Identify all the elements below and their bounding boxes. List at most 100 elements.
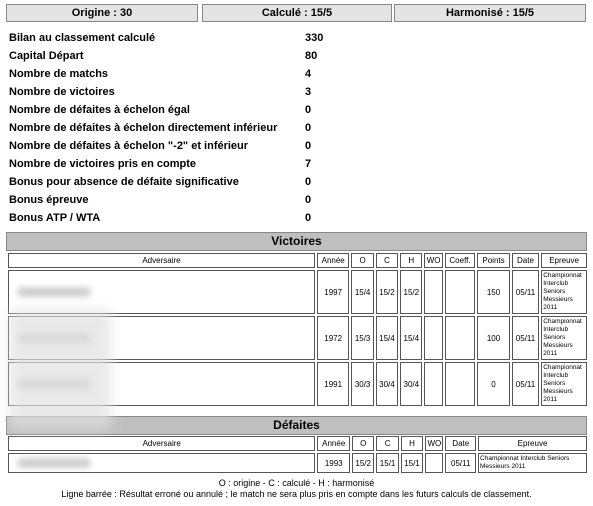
cell-wo [425,453,444,473]
cell-annee: 1972 [316,316,350,360]
column-header-points: Points [477,253,510,268]
summary-value: 0 [305,140,312,152]
redaction-blur [9,310,111,430]
summary-row: Nombre de défaites à échelon directement… [9,120,339,138]
summary-value: 0 [305,104,312,116]
victoires-header: Victoires [6,232,587,251]
calcule-tab: Calculé : 15/5 [202,4,392,22]
cell-c: 15/4 [375,316,399,360]
summary-row: Nombre de victoires pris en compte 7 [9,156,339,174]
summary-row: Nombre de victoires 3 [9,84,339,102]
summary-value: 330 [305,32,324,44]
summary-value: 0 [305,176,312,188]
harmonise-tab: Harmonisé : 15/5 [394,4,586,22]
column-header-epreuve: Epreuve [478,436,587,451]
column-header-date: Date [511,253,540,268]
cell-o: 30/3 [351,362,374,406]
column-header-date: Date [445,436,477,451]
opponent-name-redacted [8,453,316,473]
cell-coeff [444,270,476,314]
summary-label: Capital Départ [9,50,84,62]
column-header-adversaire: Adversaire [8,253,315,268]
column-header-h: H [400,436,424,451]
defaites-header-row: Adversaire Année O C H WO Date Epreuve [8,436,587,451]
summary-value: 4 [305,68,312,80]
cell-points: 0 [477,362,510,406]
cell-points: 100 [477,316,510,360]
column-header-adversaire: Adversaire [8,436,316,451]
column-header-coeff: Coeff. [444,253,476,268]
ranking-summary: Bilan au classement calculé 330 Capital D… [9,30,339,228]
cell-c: 30/4 [375,362,399,406]
cell-wo [424,270,443,314]
defaites-table: Adversaire Année O C H WO Date Epreuve 1… [6,434,589,475]
column-header-annee: Année [316,253,350,268]
cell-c: 15/1 [376,453,399,473]
summary-row: Nombre de défaites à échelon "-2" et inf… [9,138,339,156]
column-header-wo: WO [425,436,444,451]
cell-o: 15/4 [351,270,374,314]
summary-row: Bonus pour absence de défaite significat… [9,174,339,192]
cell-date: 05/11 [511,270,540,314]
column-header-wo: WO [424,253,443,268]
cell-h: 15/2 [400,270,423,314]
cell-date: 05/11 [511,316,540,360]
cell-c: 15/2 [375,270,399,314]
summary-label: Bonus ATP / WTA [9,212,101,224]
cell-coeff [444,316,476,360]
column-header-c: C [376,436,399,451]
summary-row: Capital Départ 80 [9,48,339,66]
cell-date: 05/11 [445,453,477,473]
summary-row: Nombre de matchs 4 [9,66,339,84]
cell-wo [424,316,443,360]
cell-h: 15/4 [400,316,423,360]
cell-h: 15/1 [400,453,424,473]
column-header-annee: Année [317,436,350,451]
cell-epreuve: Championnat Interclub Seniors Messieurs … [541,316,587,360]
summary-value: 7 [305,158,312,170]
column-header-c: C [375,253,399,268]
summary-row: Bilan au classement calculé 330 [9,30,339,48]
ranking-tabs: Origine : 30 Calculé : 15/5 Harmonisé : … [6,4,586,22]
table-row: 1997 15/4 15/2 15/2 150 05/11 Championna… [8,270,587,314]
table-row: 1993 15/2 15/1 15/1 05/11 Championnat In… [8,453,587,473]
cell-coeff [444,362,476,406]
summary-label: Nombre de victoires pris en compte [9,158,197,170]
summary-label: Nombre de défaites à échelon égal [9,104,190,116]
legend-text: O : origine - C : calculé - H : harmonis… [218,478,375,488]
cell-annee: 1993 [317,453,350,473]
origine-tab: Origine : 30 [6,4,198,22]
summary-label: Nombre de victoires [9,86,115,98]
cell-epreuve: Championnat Interclub Seniors Messieurs … [541,362,587,406]
cell-epreuve: Championnat Interclub Seniors Messieurs … [541,270,587,314]
column-header-h: H [400,253,423,268]
summary-value: 0 [305,212,312,224]
summary-label: Bilan au classement calculé [9,32,156,44]
cell-h: 30/4 [400,362,423,406]
victoires-header-row: Adversaire Année O C H WO Coeff. Points … [8,253,587,268]
note-text: Ligne barrée : Résultat erroné ou annulé… [61,489,532,499]
summary-row: Bonus épreuve 0 [9,192,339,210]
cell-epreuve: Championnat Interclub Seniors Messieurs … [478,453,587,473]
column-header-o: O [352,436,375,451]
summary-label: Nombre de défaites à échelon "-2" et inf… [9,140,249,152]
summary-row: Nombre de défaites à échelon égal 0 [9,102,339,120]
column-header-o: O [351,253,374,268]
cell-wo [424,362,443,406]
summary-label: Nombre de défaites à échelon directement… [9,122,278,134]
summary-value: 0 [305,122,312,134]
cell-points: 150 [477,270,510,314]
opponent-name-redacted [8,270,315,314]
summary-row: Bonus ATP / WTA 0 [9,210,339,228]
summary-value: 80 [305,50,318,62]
cell-o: 15/3 [351,316,374,360]
summary-value: 3 [305,86,312,98]
summary-label: Bonus pour absence de défaite significat… [9,176,239,188]
cell-annee: 1991 [316,362,350,406]
cell-o: 15/2 [352,453,375,473]
summary-value: 0 [305,194,312,206]
cell-date: 05/11 [511,362,540,406]
cell-annee: 1997 [316,270,350,314]
column-header-epreuve: Epreuve [541,253,587,268]
summary-label: Bonus épreuve [9,194,89,206]
